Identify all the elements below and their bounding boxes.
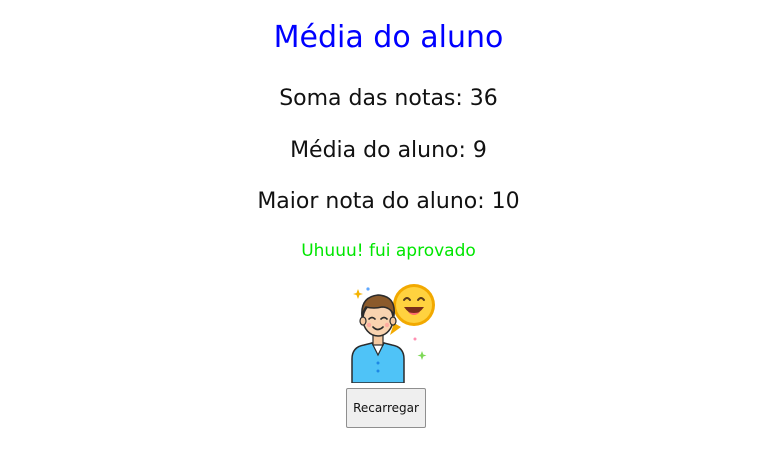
happy-student-icon xyxy=(346,283,438,384)
page-title: Média do aluno xyxy=(273,20,504,55)
reload-button[interactable]: Recarregar xyxy=(346,388,426,428)
approval-message: Uhuuu! fui aprovado xyxy=(301,241,476,261)
student-average: Média do aluno: 9 xyxy=(290,138,487,163)
page: Média do aluno Soma das notas: 36 Média … xyxy=(0,0,777,467)
highest-grade: Maior nota do aluno: 10 xyxy=(257,189,520,214)
sum-of-grades: Soma das notas: 36 xyxy=(279,86,498,111)
